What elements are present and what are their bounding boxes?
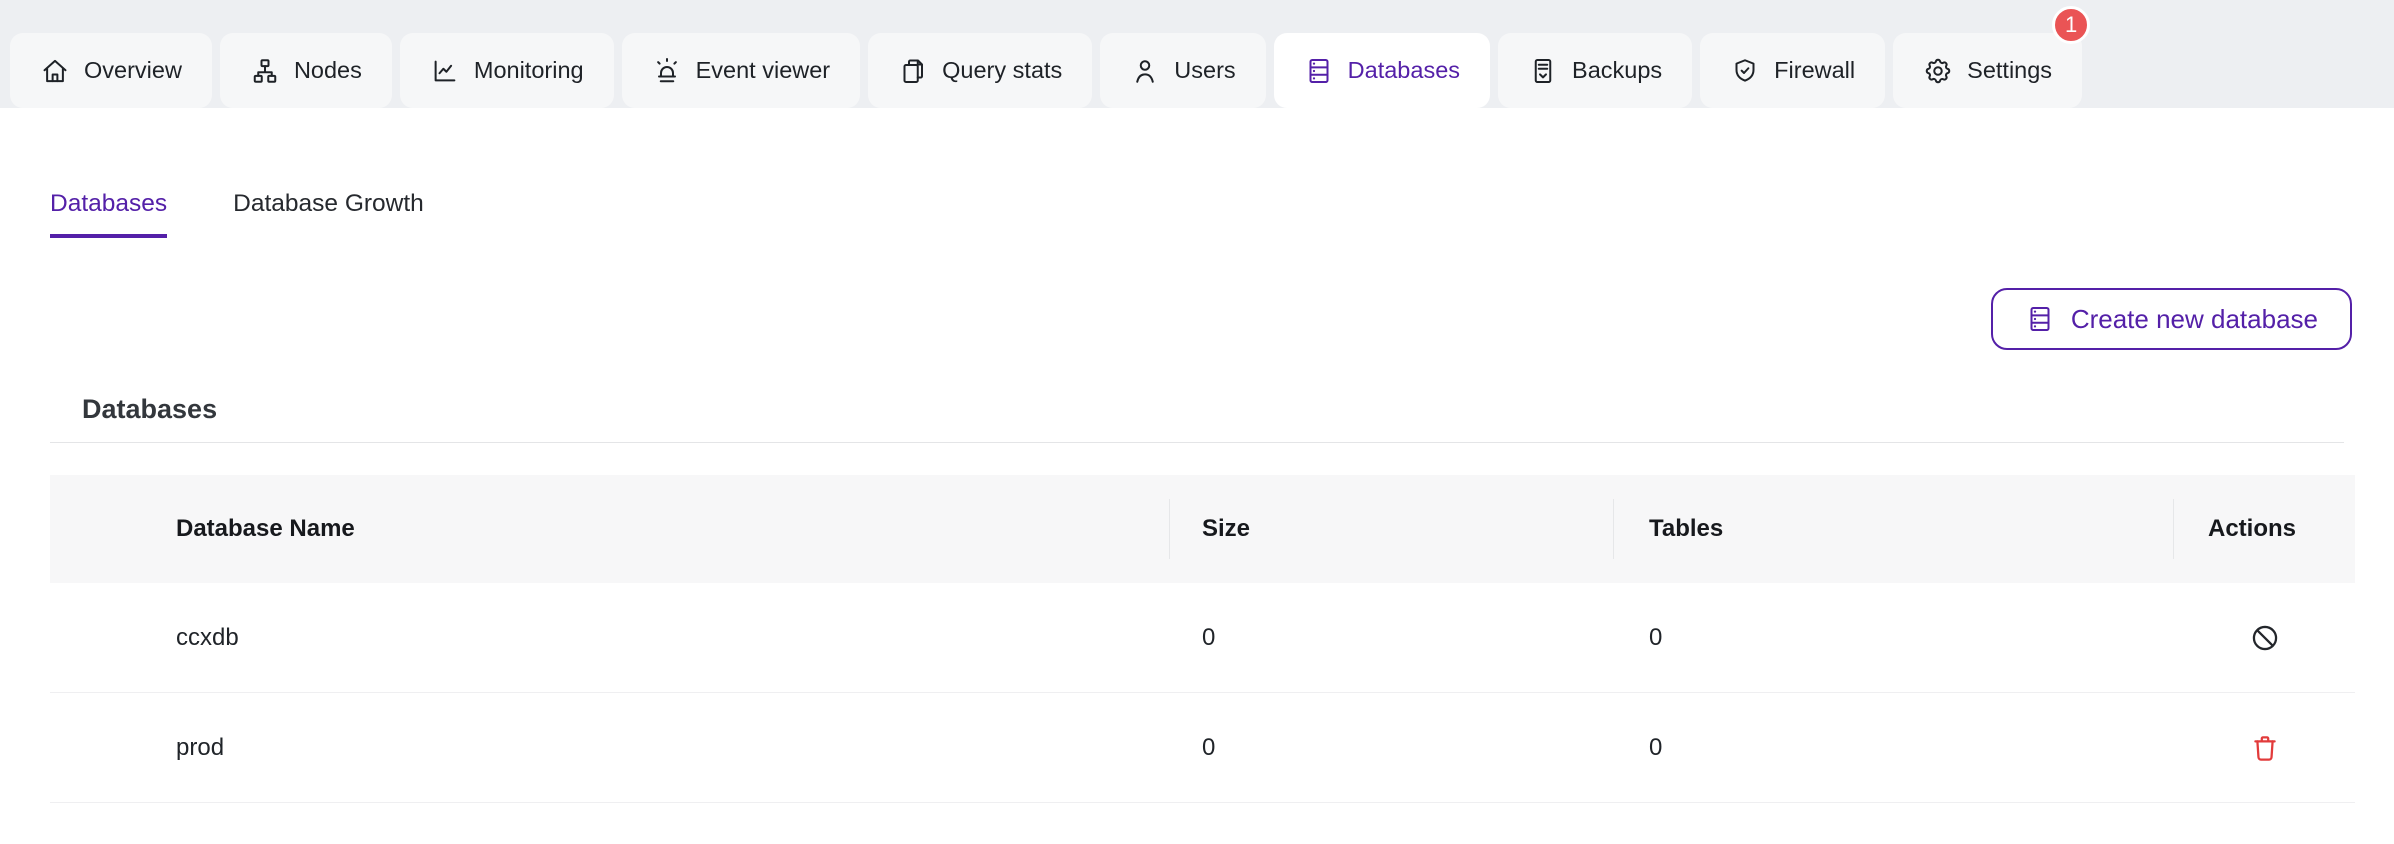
section-title: Databases	[82, 394, 218, 424]
column-header-database-name: Database Name	[50, 475, 1170, 583]
database-admin-page: Overview Nodes Monitoring Event viewer Q…	[0, 0, 2394, 844]
tab-label: Event viewer	[695, 57, 831, 83]
tab-label: Backups	[1572, 57, 1663, 83]
table-header-row: Database Name Size Tables Actions	[50, 475, 2355, 583]
tab-label: Firewall	[1774, 57, 1856, 83]
table-row: prod 0 0	[50, 693, 2355, 803]
siren-icon	[656, 57, 677, 82]
backup-icon	[1534, 58, 1552, 83]
user-icon	[1136, 59, 1155, 83]
column-header-tables: Tables	[1614, 475, 2174, 583]
tab-firewall[interactable]: Firewall	[1700, 33, 1886, 108]
size-cell: 0	[1202, 623, 1216, 651]
database-name-cell: ccxdb	[176, 623, 239, 651]
databases-table: Database Name Size Tables Actions ccxdb …	[50, 475, 2355, 803]
create-new-database-button[interactable]: Create new database	[1990, 288, 2352, 350]
sub-tab-bar: Databases Database Growth	[50, 189, 424, 238]
tab-label: Monitoring	[473, 57, 584, 83]
database-name-cell: prod	[176, 733, 225, 761]
tab-query-stats[interactable]: Query stats	[868, 33, 1093, 108]
size-cell: 0	[1202, 733, 1216, 761]
tab-settings[interactable]: Settings 1	[1893, 6, 2091, 108]
tab-label: Overview	[84, 57, 182, 83]
chart-line-icon	[434, 60, 456, 81]
subtab-database-growth[interactable]: Database Growth	[233, 189, 424, 238]
tab-overview[interactable]: Overview	[10, 33, 212, 108]
tab-monitoring[interactable]: Monitoring	[399, 33, 614, 108]
trash-icon	[2253, 735, 2276, 761]
nodes-icon	[253, 58, 277, 83]
tab-backups[interactable]: Backups	[1498, 33, 1693, 108]
tables-cell: 0	[1649, 733, 1663, 761]
tab-label: Users	[1174, 57, 1236, 83]
tab-event-viewer[interactable]: Event viewer	[621, 33, 861, 108]
table-row: ccxdb 0 0	[50, 583, 2355, 693]
tab-label: Settings	[1967, 57, 2053, 83]
subtab-label: Databases	[50, 190, 168, 217]
section-divider	[50, 442, 2344, 443]
database-icon	[1309, 58, 1329, 83]
main-tab-bar: Overview Nodes Monitoring Event viewer Q…	[0, 0, 2394, 108]
tables-cell: 0	[1649, 623, 1663, 651]
delete-database-button[interactable]	[2248, 731, 2282, 765]
column-header-actions: Actions	[2208, 515, 2297, 542]
ban-icon	[2252, 625, 2277, 650]
subtab-label: Database Growth	[233, 190, 424, 217]
tab-label: Query stats	[942, 57, 1063, 83]
delete-disabled-button[interactable]	[2248, 621, 2282, 655]
tab-users[interactable]: Users	[1100, 33, 1266, 108]
database-icon	[2030, 307, 2050, 332]
tab-label: Nodes	[293, 57, 362, 83]
home-icon	[43, 59, 67, 82]
tab-label: Databases	[1347, 57, 1461, 83]
tab-nodes[interactable]: Nodes	[219, 33, 392, 108]
column-header-size: Size	[1170, 475, 1614, 583]
settings-notification-badge: 1	[2052, 6, 2091, 44]
documents-icon	[903, 59, 924, 83]
create-button-label: Create new database	[2070, 303, 2318, 334]
gear-icon	[1925, 58, 1951, 83]
shield-check-icon	[1735, 58, 1755, 82]
tab-databases[interactable]: Databases	[1273, 33, 1491, 108]
subtab-databases[interactable]: Databases	[50, 189, 168, 238]
